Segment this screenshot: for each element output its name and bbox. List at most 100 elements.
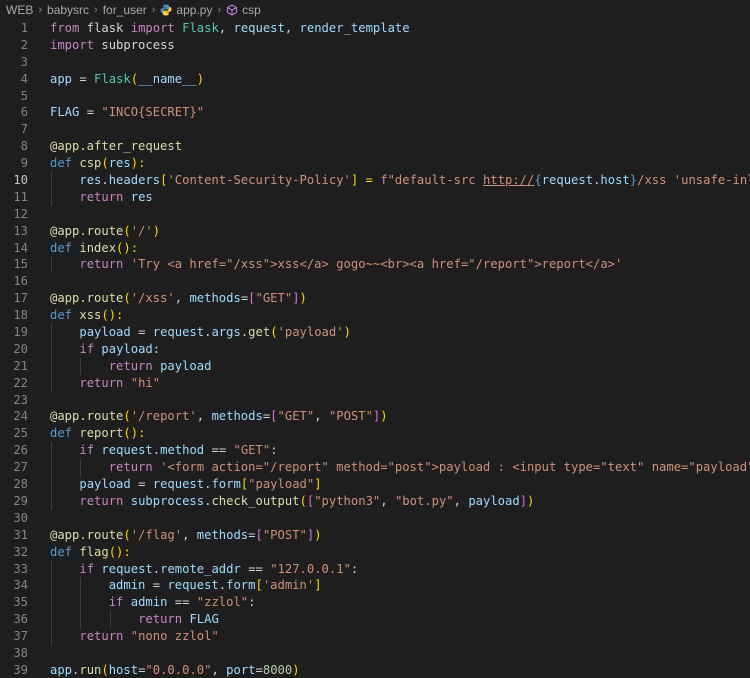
line-number: 27 [13,460,28,475]
code-text[interactable]: if payload: [28,340,160,358]
code-token: : [350,561,359,576]
code-text[interactable]: return subprocess.check_output(["python3… [28,492,534,510]
code-line[interactable]: 38 [0,645,750,662]
code-text[interactable]: def index(): [28,240,138,257]
code-text[interactable]: app = Flask(__name__) [28,71,204,88]
code-line[interactable]: 18 def xss(): [0,307,750,324]
code-text[interactable]: if request.remote_addr == "127.0.0.1": [28,560,359,578]
code-text[interactable] [28,510,50,527]
indent-guide [51,628,52,645]
code-line[interactable]: 32 def flag(): [0,544,750,561]
code-text[interactable]: admin = request.form['admin'] [28,577,322,595]
line-number: 38 [13,645,28,660]
code-text[interactable] [28,273,50,290]
line-number: 31 [13,527,28,542]
code-text[interactable]: return payload [28,357,211,375]
code-text[interactable]: if admin == "zzlol": [28,594,256,612]
code-line[interactable]: 21 return payload [0,357,750,375]
code-text[interactable]: payload = request.args.get('payload') [28,324,351,341]
code-text[interactable]: app.run(host="0.0.0.0", port=8000) [28,662,300,678]
indent-guide [51,172,52,189]
indent-guide [80,611,82,629]
code-text[interactable]: def csp(res): [28,155,145,172]
line-number: 32 [13,544,28,559]
code-line[interactable]: 6 FLAG = "INCO{SECRET}" [0,104,750,121]
code-line[interactable]: 28 payload = request.form["payload"] [0,476,750,493]
code-line[interactable]: 22 return "hi" [0,374,750,392]
code-line[interactable]: 4 app = Flask(__name__) [0,71,750,88]
code-line[interactable]: 7 [0,121,750,138]
code-line[interactable]: 36 return FLAG [0,611,750,629]
code-text[interactable]: return "nono zzlol" [28,628,219,645]
code-line[interactable]: 39 app.run(host="0.0.0.0", port=8000) [0,662,750,678]
code-line[interactable]: 11 return res [0,188,750,206]
code-token: , [211,662,227,677]
code-text[interactable]: import subprocess [28,37,175,54]
breadcrumb-item-babysrc[interactable]: babysrc [47,3,89,17]
code-line[interactable]: 24 @app.route('/report', methods=["GET", … [0,408,750,425]
code-text[interactable]: return FLAG [28,611,219,629]
code-token: request [101,443,153,458]
code-text[interactable]: if request.method == "GET": [28,442,278,460]
code-line[interactable]: 16 [0,273,750,290]
code-line[interactable]: 33 if request.remote_addr == "127.0.0.1"… [0,560,750,578]
code-text[interactable]: def flag(): [28,544,131,561]
code-text[interactable]: @app.route('/report', methods=["GET", "P… [28,408,388,425]
code-text[interactable]: @app.route('/xss', methods=["GET"]) [28,290,307,307]
code-text[interactable]: return 'Try <a href="/xss">xss</a> gogo~… [28,256,622,274]
code-text[interactable] [28,206,50,223]
code-editor[interactable]: 1 from flask import Flask, request, rende… [0,20,750,678]
code-token: ( [270,325,278,340]
code-text[interactable]: def xss(): [28,307,123,324]
code-line[interactable]: 3 [0,54,750,71]
code-text[interactable]: return res [28,188,153,206]
code-text[interactable] [28,54,50,71]
code-text[interactable]: FLAG = "INCO{SECRET}" [28,104,204,121]
breadcrumb-item-app-py[interactable]: app.py [176,3,212,17]
code-line[interactable]: 1 from flask import Flask, request, rende… [0,20,750,37]
code-text[interactable] [28,88,50,105]
code-line[interactable]: 26 if request.method == "GET": [0,442,750,460]
code-text[interactable]: @app.after_request [28,138,182,155]
code-line[interactable]: 17 @app.route('/xss', methods=["GET"]) [0,290,750,307]
code-line[interactable]: 31 @app.route('/flag', methods=["POST"]) [0,527,750,544]
code-line[interactable]: 12 [0,206,750,223]
code-text[interactable]: return '<form action="/report" method="p… [28,459,750,477]
code-line[interactable]: 23 [0,392,750,409]
code-token: ) [380,409,388,424]
breadcrumb-item-csp[interactable]: csp [242,3,261,17]
code-line[interactable]: 14 def index(): [0,240,750,257]
code-line[interactable]: 29 return subprocess.check_output(["pyth… [0,492,750,510]
code-line[interactable]: 8 @app.after_request [0,138,750,155]
code-line[interactable]: 2 import subprocess [0,37,750,54]
code-text[interactable] [28,645,50,662]
code-text[interactable]: @app.route('/') [28,223,160,240]
line-number: 2 [20,37,28,52]
code-line[interactable]: 37 return "nono zzlol" [0,628,750,645]
code-line[interactable]: 27 return '<form action="/report" method… [0,459,750,477]
breadcrumb-item-web[interactable]: WEB [6,3,33,17]
code-text[interactable]: from flask import Flask, request, render… [28,20,410,37]
code-line[interactable]: 35 if admin == "zzlol": [0,594,750,612]
code-token: res [79,173,102,188]
code-line[interactable]: 34 admin = request.form['admin'] [0,577,750,595]
code-text[interactable]: def report(): [28,425,145,442]
code-text[interactable]: return "hi" [28,374,160,392]
code-token: "GET" [277,409,315,424]
code-line[interactable]: 5 [0,88,750,105]
code-text[interactable]: res.headers['Content-Security-Policy'] =… [28,172,750,189]
code-line[interactable]: 10 res.headers['Content-Security-Policy'… [0,172,750,189]
code-text[interactable]: @app.route('/flag', methods=["POST"]) [28,527,322,544]
code-line[interactable]: 20 if payload: [0,340,750,358]
code-line[interactable]: 15 return 'Try <a href="/xss">xss</a> go… [0,256,750,274]
code-line[interactable]: 25 def report(): [0,425,750,442]
code-line[interactable]: 19 payload = request.args.get('payload') [0,324,750,341]
code-line[interactable]: 9 def csp(res): [0,155,750,172]
code-token: : [270,443,278,458]
code-text[interactable] [28,392,50,409]
breadcrumb-item-for-user[interactable]: for_user [103,3,147,17]
code-line[interactable]: 30 [0,510,750,527]
code-text[interactable]: payload = request.form["payload"] [28,476,322,493]
code-line[interactable]: 13 @app.route('/') [0,223,750,240]
code-text[interactable] [28,121,50,138]
